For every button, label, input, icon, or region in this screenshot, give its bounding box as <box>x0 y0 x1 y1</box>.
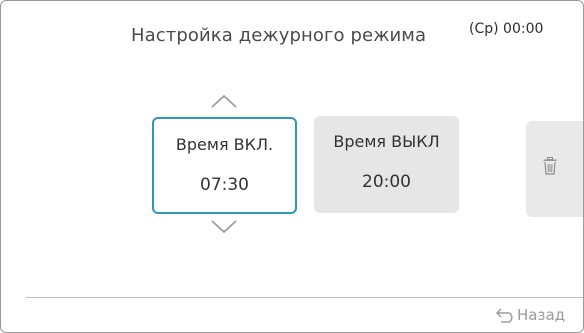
standby-settings-screen: Настройка дежурного режима (Ср) 00:00 Вр… <box>0 0 584 333</box>
on-time-value: 07:30 <box>200 175 249 195</box>
back-arrow-icon <box>496 308 513 323</box>
trash-icon <box>543 157 557 175</box>
back-label: Назад <box>517 306 566 324</box>
off-time-tile[interactable]: Время ВЫКЛ 20:00 <box>314 116 459 213</box>
increment-button[interactable] <box>211 94 237 108</box>
back-button[interactable]: Назад <box>495 306 565 324</box>
on-time-tile[interactable]: Время ВКЛ. 07:30 <box>152 117 297 214</box>
off-time-label: Время ВЫКЛ <box>333 132 440 151</box>
delete-button[interactable] <box>526 121 583 217</box>
day-time-display: (Ср) 00:00 <box>469 21 544 37</box>
chevron-down-icon <box>211 220 237 234</box>
footer-divider <box>26 297 583 298</box>
on-time-label: Время ВКЛ. <box>175 135 274 154</box>
decrement-button[interactable] <box>211 220 237 234</box>
page-title: Настройка дежурного режима <box>131 25 427 46</box>
off-time-value: 20:00 <box>362 172 411 192</box>
chevron-up-icon <box>211 94 237 108</box>
